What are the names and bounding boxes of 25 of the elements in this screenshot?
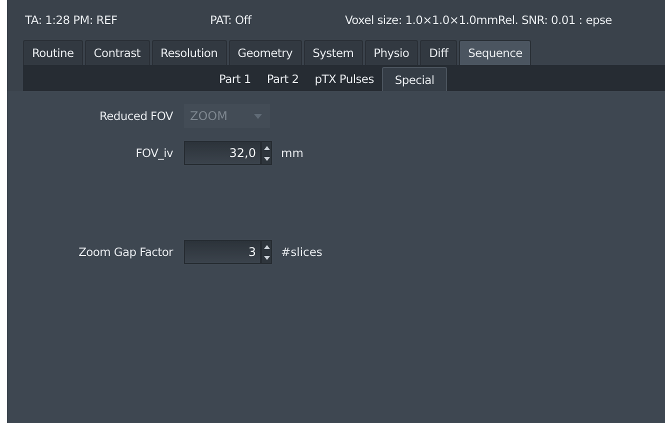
unit-label: mm <box>281 146 304 160</box>
subtab[interactable]: Special <box>382 67 448 91</box>
tab[interactable]: Routine <box>23 40 83 65</box>
spin-field[interactable]: 3 <box>184 240 261 264</box>
tab[interactable]: Sequence <box>459 40 532 65</box>
status-text: PAT: Off <box>210 13 253 27</box>
tab[interactable]: Geometry <box>228 40 302 65</box>
subtab[interactable]: pTX Pulses <box>306 67 382 91</box>
field-label: Reduced FOV <box>98 109 173 123</box>
status-text: Voxel size: 1.0×1.0×1.0mmRel. SNR: 0.01 : epse <box>345 13 612 27</box>
tab[interactable]: Resolution <box>152 40 227 65</box>
tab[interactable]: Diff <box>420 40 458 65</box>
field-label: Zoom Gap Factor <box>78 245 173 259</box>
tab[interactable]: System <box>304 40 363 65</box>
spin-buttons[interactable] <box>261 141 272 165</box>
tab[interactable]: Contrast <box>84 40 150 65</box>
field-label: FOV_iv <box>134 146 173 160</box>
subtab[interactable]: Part 2 <box>258 67 307 91</box>
status-text: TA: 1:28 PM: REF <box>25 13 118 27</box>
subtab[interactable]: Part 1 <box>211 67 259 91</box>
unit-label: #slices <box>281 245 322 259</box>
caret-icon <box>254 114 262 118</box>
spin-buttons[interactable] <box>261 240 272 264</box>
tab[interactable]: Physio <box>364 40 418 65</box>
spin-field[interactable]: 32,0 <box>184 141 261 165</box>
